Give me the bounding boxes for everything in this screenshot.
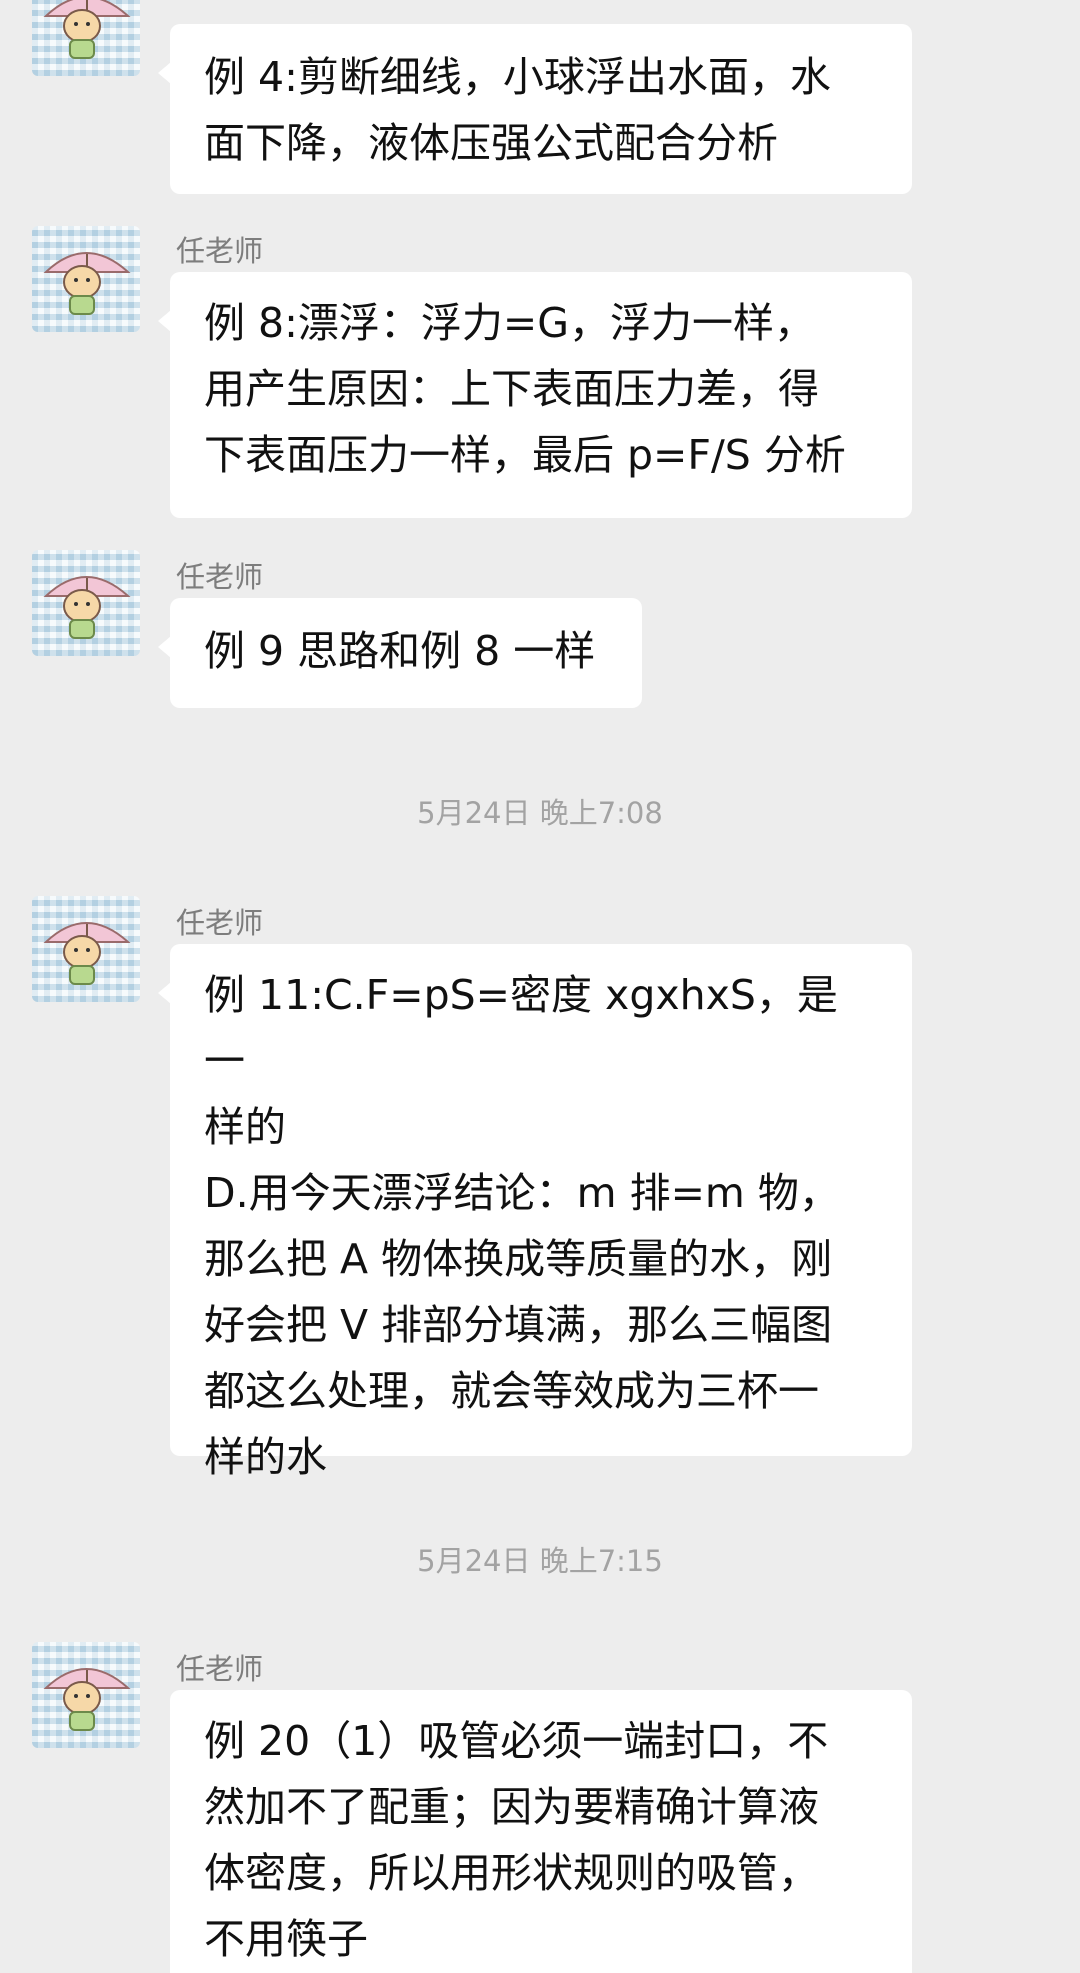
girl-with-umbrella-avatar-icon — [43, 576, 131, 639]
girl-with-umbrella-avatar-icon — [43, 922, 131, 985]
sender-name: 任老师 — [176, 560, 264, 594]
message-bubble[interactable]: 例 20（1）吸管必须一端封口，不 然加不了配重；因为要精确计算液 体密度，所以… — [170, 1690, 912, 1973]
avatar[interactable] — [32, 550, 140, 656]
chat-area[interactable]: 例 4:剪断细线，小球浮出水面，水 面下降，液体压强公式配合分析 任老师 例 8… — [0, 0, 1080, 1973]
avatar[interactable] — [32, 1642, 140, 1748]
sender-name: 任老师 — [176, 1652, 264, 1686]
sender-name: 任老师 — [176, 234, 264, 268]
girl-with-umbrella-avatar-icon — [43, 1668, 131, 1731]
message-bubble[interactable]: 例 11:C.F=pS=密度 xgxhxS，是一 样的 D.用今天漂浮结论：m … — [158, 944, 912, 1481]
sender-name: 任老师 — [176, 906, 264, 940]
avatar[interactable] — [32, 226, 140, 332]
message-bubble[interactable]: 例 4:剪断细线，小球浮出水面，水 面下降，液体压强公式配合分析 — [158, 24, 912, 194]
avatar[interactable] — [32, 0, 140, 76]
message-bubble[interactable]: 例 8:漂浮：浮力=G，浮力一样， 用产生原因：上下表面压力差，得 下表面压力一… — [158, 272, 912, 518]
girl-with-umbrella-avatar-icon — [43, 252, 131, 315]
girl-with-umbrella-avatar-icon — [43, 0, 131, 59]
avatar[interactable] — [32, 896, 140, 1002]
chat-timestamp: 5月24日 晚上7:15 — [417, 1544, 663, 1578]
message-bubble[interactable]: 例 9 思路和例 8 一样 — [158, 598, 642, 708]
chat-timestamp: 5月24日 晚上7:08 — [417, 796, 663, 830]
